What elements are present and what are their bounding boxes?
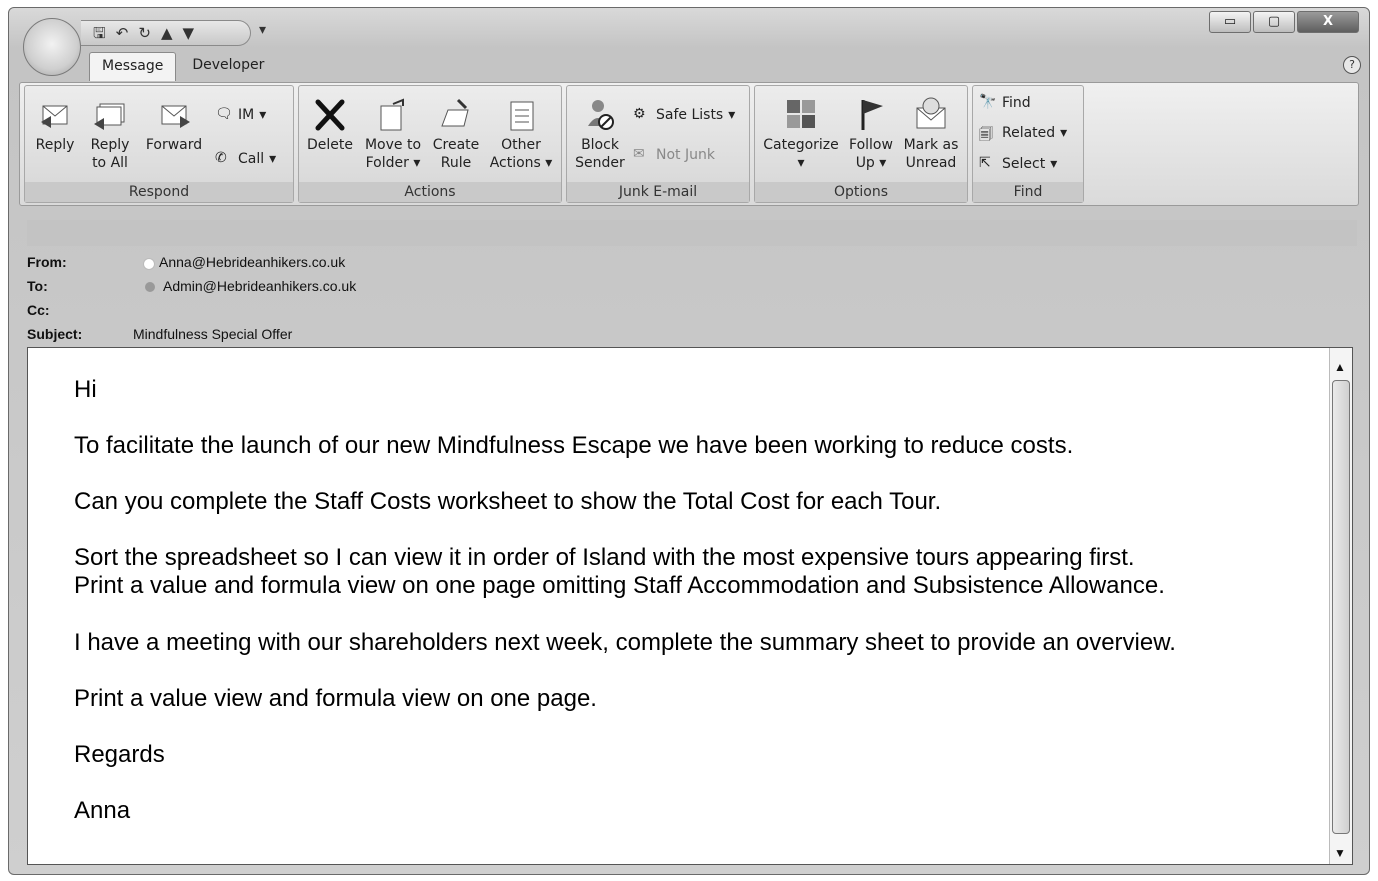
phone-icon: ✆ bbox=[215, 150, 227, 166]
scroll-thumb[interactable] bbox=[1332, 380, 1350, 834]
message-body[interactable]: Hi To facilitate the launch of our new M… bbox=[27, 347, 1353, 865]
safe-lists-icon: ⚙ bbox=[633, 106, 646, 122]
previous-item-icon[interactable]: ▲ bbox=[161, 25, 173, 41]
reply-button[interactable]: Reply bbox=[31, 96, 79, 154]
body-signature: Anna bbox=[74, 797, 131, 824]
find-button[interactable]: 🔭 Find bbox=[979, 94, 1031, 112]
mark-as-unread-button[interactable]: Mark as Unread bbox=[901, 96, 961, 172]
ribbon-tabs: Message Developer bbox=[89, 52, 276, 81]
customize-qat-button[interactable]: ▾ bbox=[259, 22, 266, 38]
group-respond: Reply Reply to All Forward 🗨 IM ▾ ✆ Call ▾ Re… bbox=[24, 85, 294, 203]
body-paragraph-3b: Print a value and formula view on one pa… bbox=[74, 572, 1165, 599]
group-label-respond: Respond bbox=[25, 182, 293, 202]
save-icon[interactable]: 🖫 bbox=[93, 25, 106, 41]
group-label-find: Find bbox=[973, 182, 1083, 202]
maximize-button[interactable]: ▢ bbox=[1253, 11, 1295, 33]
reply-icon bbox=[41, 105, 68, 128]
not-junk-button[interactable]: ✉ Not Junk bbox=[633, 146, 715, 164]
follow-up-button[interactable]: Follow Up ▾ bbox=[845, 96, 897, 172]
call-button[interactable]: ✆ Call ▾ bbox=[215, 150, 276, 168]
subject-label: Subject: bbox=[27, 326, 83, 342]
im-button[interactable]: 🗨 IM ▾ bbox=[215, 106, 266, 124]
delete-x-icon bbox=[315, 99, 345, 131]
subject-value: Mindfulness Special Offer bbox=[133, 326, 293, 342]
create-rule-button[interactable]: Create Rule bbox=[429, 96, 483, 172]
scroll-up-icon[interactable]: ▲ bbox=[1334, 360, 1346, 374]
move-to-folder-button[interactable]: Move to Folder ▾ bbox=[361, 96, 425, 172]
group-junk-email: BlockSender ⚙Safe Lists▾ ✉Not Junk ↘ Jun… bbox=[566, 85, 750, 203]
binoculars-icon: 🔭 bbox=[979, 94, 997, 110]
categorize-icon bbox=[787, 100, 815, 128]
from-label: From: bbox=[27, 254, 67, 270]
vertical-scrollbar[interactable]: ▲ ▼ bbox=[1329, 348, 1352, 864]
group-label-options: Options bbox=[755, 182, 967, 202]
info-bar bbox=[27, 220, 1357, 246]
other-actions-icon bbox=[510, 101, 534, 131]
reply-all-button[interactable]: Reply to All bbox=[87, 96, 133, 172]
presence-icon bbox=[145, 282, 155, 292]
unread-envelope-icon bbox=[916, 97, 946, 129]
delete-button[interactable]: Delete bbox=[305, 96, 355, 154]
cursor-icon: ⇱ bbox=[979, 155, 991, 171]
forward-icon bbox=[161, 105, 190, 128]
to-label: To: bbox=[27, 278, 48, 294]
safe-lists-button[interactable]: ⚙ Safe Lists ▾ bbox=[633, 106, 735, 124]
body-paragraph-1: To facilitate the launch of our new Mind… bbox=[74, 432, 1074, 459]
group-actions: Delete Move to Folder ▾ Create Rule Other A… bbox=[298, 85, 562, 203]
scroll-down-icon[interactable]: ▼ bbox=[1334, 846, 1346, 860]
chat-bubble-icon: 🗨 bbox=[215, 106, 233, 122]
forward-button[interactable]: Forward bbox=[143, 96, 205, 154]
select-button[interactable]: ⇱ Select ▾ bbox=[979, 155, 1057, 173]
other-actions-button[interactable]: Other Actions ▾ bbox=[489, 96, 553, 172]
block-sender-icon bbox=[588, 100, 614, 130]
related-icon: 🗐 bbox=[979, 127, 993, 143]
body-paragraph-3a: Sort the spreadsheet so I can view it in… bbox=[74, 544, 1135, 571]
block-sender-button[interactable]: Block Sender bbox=[573, 96, 627, 172]
move-folder-icon bbox=[380, 98, 404, 131]
close-button[interactable]: X bbox=[1297, 11, 1359, 33]
body-closing: Regards bbox=[74, 741, 165, 768]
office-button[interactable] bbox=[23, 18, 81, 76]
categorize-button[interactable]: Categorize ▾ bbox=[759, 96, 843, 172]
group-label-actions: Actions bbox=[299, 182, 561, 202]
from-value[interactable]: Anna@Hebrideanhikers.co.uk bbox=[159, 254, 345, 270]
body-paragraph-4: I have a meeting with our shareholders n… bbox=[74, 629, 1176, 656]
body-paragraph-5: Print a value view and formula view on o… bbox=[74, 685, 597, 712]
reply-all-icon bbox=[94, 103, 125, 130]
next-item-icon[interactable]: ▼ bbox=[182, 25, 194, 41]
cc-label: Cc: bbox=[27, 302, 50, 318]
undo-icon[interactable]: ↶ bbox=[116, 25, 129, 41]
rule-icon bbox=[441, 98, 469, 127]
help-icon[interactable]: ? bbox=[1343, 56, 1361, 74]
ribbon: Reply Reply to All Forward 🗨 IM ▾ ✆ Call ▾ Re… bbox=[19, 82, 1359, 206]
window-controls: ▭ ▢ X bbox=[1209, 11, 1359, 33]
body-greeting: Hi bbox=[74, 376, 97, 403]
group-find: 🔭 Find 🗐 Related ▾ ⇱ Select ▾ Find bbox=[972, 85, 1084, 203]
tab-developer[interactable]: Developer bbox=[180, 52, 276, 80]
flag-icon bbox=[861, 100, 883, 130]
tab-message[interactable]: Message bbox=[89, 52, 177, 81]
redo-icon[interactable]: ↻ bbox=[138, 25, 151, 41]
group-options: Categorize▾ FollowUp ▾ Mark asUnread ↘ O… bbox=[754, 85, 968, 203]
to-value[interactable]: Admin@Hebrideanhikers.co.uk bbox=[163, 278, 356, 294]
body-paragraph-2: Can you complete the Staff Costs workshe… bbox=[74, 488, 942, 515]
related-button[interactable]: 🗐 Related ▾ bbox=[979, 124, 1067, 143]
outlook-message-window: 🖫 ↶ ↻ ▲ ▼ ▾ ▭ ▢ X Message Developer ? Re… bbox=[8, 7, 1370, 875]
quick-access-toolbar: 🖫 ↶ ↻ ▲ ▼ bbox=[81, 20, 251, 46]
presence-icon bbox=[143, 258, 155, 270]
minimize-button[interactable]: ▭ bbox=[1209, 11, 1251, 33]
group-label-junk: Junk E-mail bbox=[567, 182, 749, 202]
not-junk-icon: ✉ bbox=[633, 146, 645, 162]
